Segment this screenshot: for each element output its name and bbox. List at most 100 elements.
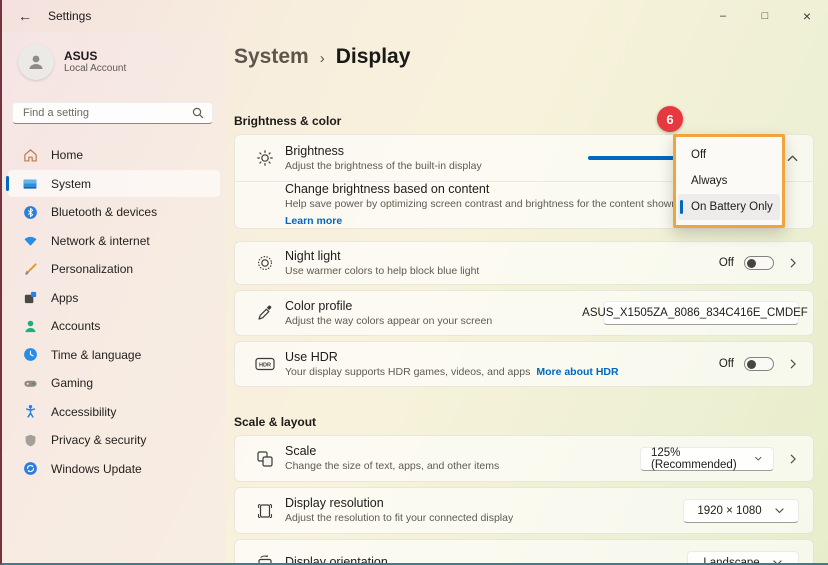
more-about-hdr-link[interactable]: More about HDR	[536, 366, 618, 378]
night-light-description: Use warmer colors to help block blue lig…	[285, 265, 719, 278]
breadcrumb: System › Display	[234, 42, 814, 72]
sidebar-item-label: Windows Update	[51, 462, 142, 476]
brightness-slider[interactable]	[588, 156, 674, 160]
gamepad-icon	[22, 375, 38, 391]
sidebar-item-label: Personalization	[51, 262, 133, 276]
sidebar-item-label: Home	[51, 148, 83, 162]
accounts-icon	[22, 318, 38, 334]
search-box[interactable]	[12, 102, 213, 124]
scale-icon	[245, 450, 285, 468]
chevron-right-icon[interactable]	[787, 257, 799, 269]
display-resolution-row[interactable]: Display resolution Adjust the resolution…	[235, 488, 813, 533]
sidebar-item-gaming[interactable]: Gaming	[8, 370, 220, 397]
use-hdr-toggle-label: Off	[719, 358, 734, 370]
chevron-right-icon[interactable]	[787, 453, 799, 465]
sidebar-item-label: Privacy & security	[51, 433, 146, 447]
display-resolution-icon	[245, 502, 285, 520]
night-light-row[interactable]: Night light Use warmer colors to help bl…	[235, 242, 813, 284]
sidebar-item-bluetooth-devices[interactable]: Bluetooth & devices	[8, 199, 220, 226]
dropdown-option-on-battery-only[interactable]: On Battery Only	[678, 194, 780, 220]
sidebar-item-privacy-security[interactable]: Privacy & security	[8, 427, 220, 454]
sidebar-item-accessibility[interactable]: Accessibility	[8, 398, 220, 425]
eyedropper-icon	[245, 304, 285, 322]
sidebar-item-time-language[interactable]: Time & language	[8, 341, 220, 368]
sidebar-item-label: Bluetooth & devices	[51, 205, 157, 219]
use-hdr-row[interactable]: HDR Use HDR Your display supports HDR ga…	[235, 342, 813, 386]
sidebar-item-accounts[interactable]: Accounts	[8, 313, 220, 340]
close-button[interactable]: ×	[786, 0, 828, 32]
svg-text:HDR: HDR	[259, 363, 271, 369]
night-light-toggle[interactable]	[744, 256, 774, 270]
color-profile-dropdown[interactable]: ASUS_X1505ZA_8086_834C416E_CMDEF	[603, 301, 799, 325]
chevron-right-icon[interactable]	[787, 358, 799, 370]
use-hdr-description: Your display supports HDR games, videos,…	[285, 366, 719, 379]
breadcrumb-parent[interactable]: System	[234, 45, 309, 69]
chevron-down-icon	[774, 505, 785, 516]
sidebar-item-apps[interactable]: Apps	[8, 284, 220, 311]
sidebar-item-label: Accessibility	[51, 405, 116, 419]
chevron-up-icon[interactable]	[786, 152, 799, 165]
account-block[interactable]: ASUS Local Account	[18, 44, 226, 80]
sidebar-item-label: Time & language	[51, 348, 141, 362]
display-orientation-value: Landscape	[703, 557, 759, 565]
use-hdr-toggle[interactable]	[744, 357, 774, 371]
sidebar-item-label: Apps	[51, 291, 78, 305]
brightness-content-dropdown-flyout: Off Always On Battery Only	[673, 134, 785, 228]
apps-icon	[22, 290, 38, 306]
home-icon	[22, 147, 38, 163]
display-resolution-card: Display resolution Adjust the resolution…	[234, 487, 814, 534]
dropdown-option-always[interactable]: Always	[678, 168, 780, 194]
minimize-button[interactable]: –	[702, 0, 744, 32]
search-input[interactable]	[21, 106, 192, 120]
display-resolution-description: Adjust the resolution to fit your connec…	[285, 512, 683, 525]
scale-value: 125% (Recommended)	[651, 447, 742, 471]
system-icon	[22, 176, 38, 192]
learn-more-link[interactable]: Learn more	[285, 215, 342, 228]
color-profile-title: Color profile	[285, 299, 603, 314]
accessibility-icon	[22, 404, 38, 420]
color-profile-value: ASUS_X1505ZA_8086_834C416E_CMDEF	[582, 307, 808, 319]
color-profile-row[interactable]: Color profile Adjust the way colors appe…	[235, 291, 813, 335]
sidebar-item-home[interactable]: Home	[8, 142, 220, 169]
sidebar: ASUS Local Account Home Syste	[2, 32, 226, 563]
color-profile-card: Color profile Adjust the way colors appe…	[234, 290, 814, 336]
main-content: System › Display Brightness & color Brig…	[234, 32, 814, 563]
back-button[interactable]: ←	[10, 5, 40, 27]
sidebar-item-label: Network & internet	[51, 234, 150, 248]
display-resolution-dropdown[interactable]: 1920 × 1080	[683, 499, 799, 523]
scale-card: Scale Change the size of text, apps, and…	[234, 435, 814, 482]
account-name: ASUS	[64, 49, 126, 63]
scale-dropdown[interactable]: 125% (Recommended)	[640, 447, 774, 471]
avatar	[18, 44, 54, 80]
maximize-button[interactable]: □	[744, 0, 786, 32]
sidebar-item-system[interactable]: System	[8, 170, 220, 197]
clock-icon	[22, 347, 38, 363]
app-title: Settings	[48, 9, 91, 23]
display-resolution-title: Display resolution	[285, 496, 683, 511]
night-light-title: Night light	[285, 249, 719, 264]
dropdown-option-off[interactable]: Off	[678, 142, 780, 168]
window-controls: – □ ×	[702, 0, 828, 32]
sidebar-nav: Home System Bluetooth & devices Network …	[2, 140, 226, 484]
scale-row[interactable]: Scale Change the size of text, apps, and…	[235, 436, 813, 481]
person-icon	[26, 52, 46, 72]
sidebar-item-label: Accounts	[51, 319, 100, 333]
page-title: Display	[336, 45, 411, 69]
account-type: Local Account	[64, 63, 126, 75]
search-icon	[192, 107, 204, 119]
use-hdr-card: HDR Use HDR Your display supports HDR ga…	[234, 341, 814, 387]
section-header-scale-layout: Scale & layout	[234, 415, 814, 430]
display-orientation-dropdown[interactable]: Landscape	[687, 551, 799, 565]
chevron-down-icon	[772, 557, 783, 565]
sidebar-item-network-internet[interactable]: Network & internet	[8, 227, 220, 254]
titlebar: ← Settings – □ ×	[2, 0, 828, 32]
sidebar-item-personalization[interactable]: Personalization	[8, 256, 220, 283]
wifi-icon	[22, 233, 38, 249]
sidebar-item-label: Gaming	[51, 376, 93, 390]
brush-icon	[22, 261, 38, 277]
scale-description: Change the size of text, apps, and other…	[285, 460, 640, 473]
display-orientation-row[interactable]: Display orientation Landscape	[235, 540, 813, 565]
bluetooth-icon	[22, 204, 38, 220]
chevron-down-icon	[754, 453, 763, 464]
sidebar-item-windows-update[interactable]: Windows Update	[8, 455, 220, 482]
